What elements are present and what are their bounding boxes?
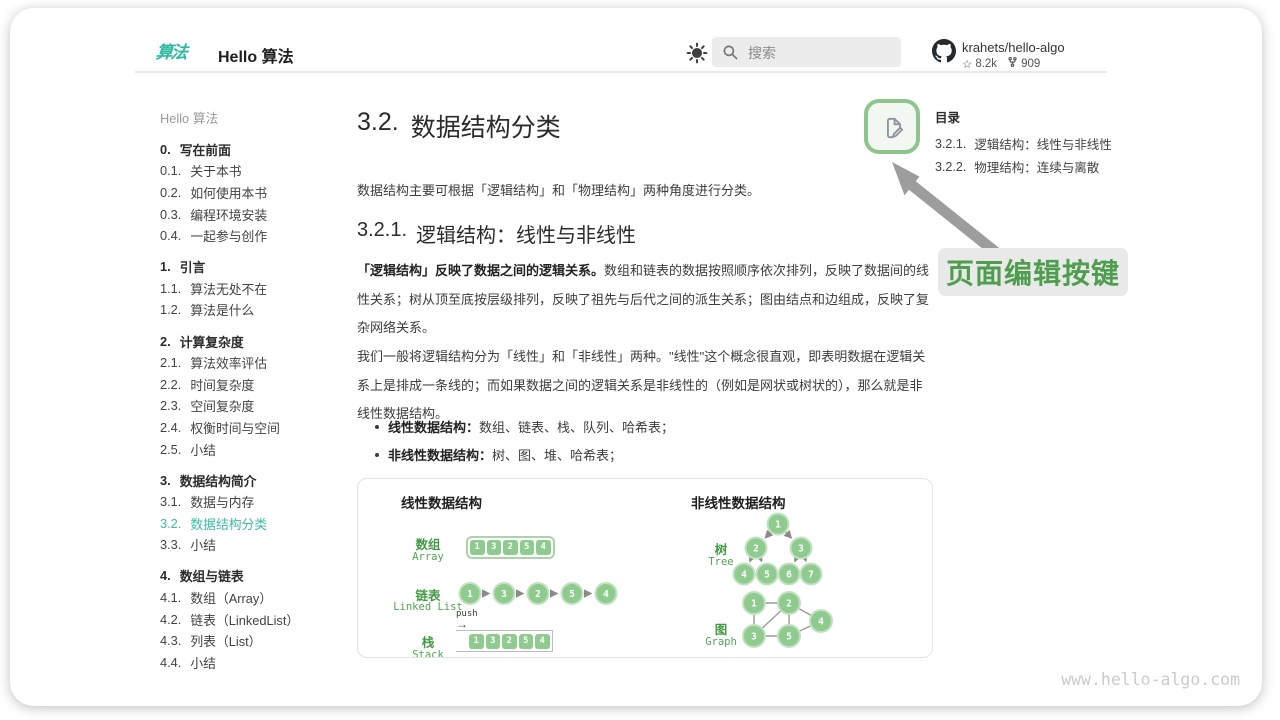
page-edit-button[interactable] — [864, 99, 920, 154]
sidebar-item[interactable]: 2.1.算法效率评估 — [160, 352, 345, 374]
sidebar-item[interactable]: 0.1.关于本书 — [160, 160, 345, 182]
sidebar-item[interactable]: 2.5.小结 — [160, 438, 345, 460]
svg-text:3: 3 — [798, 543, 804, 554]
github-icon — [932, 39, 956, 68]
bullet-nonlinear: 非线性数据结构：树、图、堆、哈希表； — [375, 445, 935, 464]
app-window: 算法 Hello 算法 krahets/hello-algo ☆ — [10, 8, 1262, 706]
sidebar-item[interactable]: 1.2.算法是什么 — [160, 299, 345, 321]
data-structures-figure: 线性数据结构 非线性数据结构 数组 Array 13254 链表 Linked … — [357, 478, 933, 658]
sidebar-item[interactable]: 0.写在前面 — [160, 139, 345, 161]
sidebar-item[interactable]: 3.2.数据结构分类 — [160, 513, 345, 535]
svg-text:2: 2 — [786, 598, 792, 609]
watermark: www.hello-algo.com — [1060, 670, 1240, 689]
repo-name: krahets/hello-algo — [962, 40, 1065, 55]
linked-list-diagram: 1 3 2 5 4 — [458, 580, 633, 607]
sidebar-item[interactable]: 0.3.编程环境安装 — [160, 203, 345, 225]
svg-text:4: 4 — [741, 569, 747, 580]
star-count: 8.2k — [975, 58, 997, 70]
svg-text:1: 1 — [467, 589, 473, 600]
figure-cell: 3 — [487, 540, 502, 555]
linear-paragraph: 我们一般将逻辑结构分为「线性」和「非线性」两种。"线性"这个概念很直观，即表明数… — [357, 343, 930, 429]
svg-text:7: 7 — [808, 569, 814, 580]
search-box[interactable] — [712, 37, 901, 67]
svg-text:5: 5 — [786, 631, 792, 642]
sidebar-item[interactable]: 4.3.列表（List） — [160, 630, 345, 652]
page-title: 3.2.数据结构分类 — [357, 108, 561, 144]
bullet-dot — [375, 425, 379, 429]
theme-toggle-button[interactable] — [686, 42, 708, 64]
figure-cell: 4 — [536, 540, 551, 555]
fork-icon — [1007, 56, 1018, 71]
tree-diagram: 1 2 3 4 5 6 7 — [721, 507, 831, 589]
figure-cell: 2 — [502, 634, 517, 649]
figure-cell: 5 — [520, 540, 535, 555]
sidebar-item[interactable]: 0.2.如何使用本书 — [160, 182, 345, 204]
svg-text:1: 1 — [751, 598, 757, 609]
figure-cell: 3 — [486, 634, 501, 649]
search-input[interactable] — [746, 37, 898, 69]
figure-cell: 5 — [519, 634, 534, 649]
figure-cell: 2 — [503, 540, 518, 555]
sidebar-item[interactable]: 4.数组与链表 — [160, 565, 345, 587]
sidebar-item[interactable]: 3.数据结构简介 — [160, 469, 345, 491]
svg-text:2: 2 — [753, 543, 759, 554]
fork-count: 909 — [1021, 58, 1040, 70]
screenshot-frame: 算法 Hello 算法 krahets/hello-algo ☆ — [0, 0, 1280, 720]
svg-text:1: 1 — [775, 519, 781, 530]
svg-text:3: 3 — [751, 631, 757, 642]
logic-paragraph: 「逻辑结构」反映了数据之间的逻辑关系。数组和链表的数据按照顺序依次排列，反映了数… — [357, 257, 930, 343]
hello-algo-logo[interactable]: 算法 — [155, 38, 188, 63]
sidebar-item[interactable]: 3.1.数据与内存 — [160, 491, 345, 513]
sidebar-item[interactable]: 2.2.时间复杂度 — [160, 373, 345, 395]
site-title[interactable]: Hello 算法 — [218, 43, 294, 67]
annotation-label: 页面编辑按键 — [938, 248, 1128, 296]
brightness-icon — [686, 51, 708, 68]
svg-text:5: 5 — [764, 569, 770, 580]
sidebar-item[interactable]: 4.4.小结 — [160, 652, 345, 674]
bullet-dot — [375, 453, 379, 457]
sidebar-item[interactable]: 2.计算复杂度 — [160, 330, 345, 352]
sidebar-item[interactable]: 4.2.链表（LinkedList） — [160, 608, 345, 630]
sidebar-item[interactable]: 0.4.一起参与创作 — [160, 225, 345, 247]
stack-diagram: 13254 — [456, 630, 553, 652]
repo-stats: ☆ 8.2k 909 — [962, 56, 1040, 71]
svg-text:6: 6 — [786, 569, 792, 580]
svg-text:3: 3 — [501, 589, 507, 600]
figure-cell: 1 — [470, 540, 485, 555]
svg-text:5: 5 — [569, 589, 575, 600]
intro-paragraph: 数据结构主要可根据「逻辑结构」和「物理结构」两种角度进行分类。 — [357, 177, 930, 206]
sidebar-item[interactable]: 2.4.权衡时间与空间 — [160, 417, 345, 439]
svg-text:4: 4 — [818, 616, 824, 627]
sidebar-title[interactable]: Hello 算法 — [160, 108, 218, 127]
sidebar-item[interactable]: 4.1.数组（Array） — [160, 587, 345, 609]
push-arrow-icon: → — [456, 619, 468, 629]
sidebar-item[interactable]: 2.3.空间复杂度 — [160, 395, 345, 417]
graph-diagram: 1 2 3 4 5 — [723, 585, 838, 657]
section-heading: 3.2.1.逻辑结构：线性与非线性 — [357, 219, 636, 248]
sidebar-item[interactable]: 3.3.小结 — [160, 534, 345, 556]
figure-cell: 1 — [469, 634, 484, 649]
sidebar-nav: 0.写在前面0.1.关于本书0.2.如何使用本书0.3.编程环境安装0.4.一起… — [160, 129, 345, 673]
toc-title: 目录 — [935, 107, 960, 126]
sidebar-item[interactable]: 1.1.算法无处不在 — [160, 278, 345, 300]
svg-text:4: 4 — [603, 589, 609, 600]
sidebar-item[interactable]: 1.引言 — [160, 256, 345, 278]
figure-linear-title: 线性数据结构 — [401, 492, 482, 512]
svg-text:2: 2 — [535, 589, 541, 600]
figure-cell: 4 — [535, 634, 550, 649]
header-divider — [135, 71, 1107, 73]
bullet-linear: 线性数据结构：数组、链表、栈、队列、哈希表； — [375, 417, 935, 436]
array-label-en: Array — [383, 551, 473, 563]
array-diagram: 13254 — [466, 536, 555, 559]
star-icon: ☆ — [962, 57, 972, 71]
